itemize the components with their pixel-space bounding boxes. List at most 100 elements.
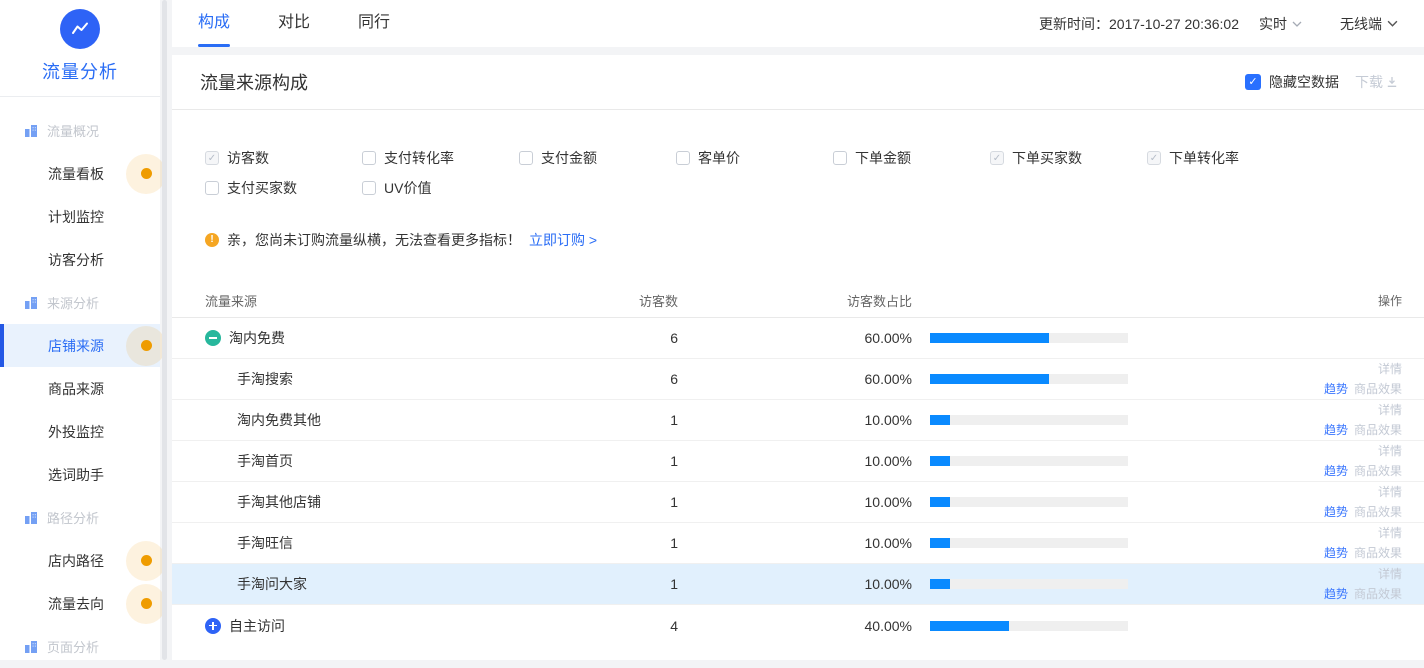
checkbox[interactable]: ✓ [519,151,533,165]
checkbox[interactable]: ✓ [676,151,690,165]
metric-label: 下单转化率 [1169,148,1239,168]
sidebar-item-external-monitor[interactable]: 外投监控 [0,410,160,453]
percent-bar [930,538,1128,548]
checkbox[interactable]: ✓ [833,151,847,165]
hide-empty-checkbox[interactable]: ✓ [1245,74,1261,90]
trend-link[interactable]: 趋势 [1324,546,1348,560]
sidebar-item-product-source[interactable]: 商品来源 [0,367,160,410]
orange-dot-icon [141,340,152,351]
visitors-cell: 6 [505,330,678,346]
percent-cell: 10.00% [678,453,912,469]
source-name: 手淘其他店铺 [237,492,321,512]
col-header-actions: 操作 [1128,291,1402,311]
source-name: 自主访问 [229,616,285,636]
actions-cell: 详情趋势商品效果 [1128,564,1402,604]
sidebar-item-instore-path[interactable]: 店内路径 [0,539,160,582]
sidebar-item-visitor-analysis[interactable]: 访客分析 [0,238,160,281]
tab-peers[interactable]: 同行 [358,0,390,47]
metric-row-2: ✓支付买家数 ✓UV价值 [205,178,1424,198]
product-effect-link-disabled: 商品效果 [1354,464,1402,478]
percent-cell: 60.00% [678,371,912,387]
actions-cell: 详情趋势商品效果 [1128,441,1402,481]
table-row: 手淘旺信 1 10.00% 详情趋势商品效果 [172,523,1424,564]
update-time: 更新时间：2017-10-27 20:36:02 [1039,14,1239,34]
trend-link[interactable]: 趋势 [1324,587,1348,601]
notification-badge [126,541,166,581]
sidebar-item-label: 访客分析 [48,250,104,270]
percent-cell: 10.00% [678,412,912,428]
detail-link-disabled: 详情 [1378,444,1402,458]
checkbox[interactable]: ✓ [362,151,376,165]
percent-bar [930,415,1128,425]
source-cell: 手淘首页 [205,451,505,471]
sidebar-item-plan-monitor[interactable]: 计划监控 [0,195,160,238]
metric-pay-amount: ✓支付金额 [519,148,676,168]
sidebar-item-keyword-helper[interactable]: 选词助手 [0,453,160,496]
notification-badge [126,154,166,194]
sidebar-item-traffic-board[interactable]: 流量看板 [0,152,160,195]
trend-link[interactable]: 趋势 [1324,505,1348,519]
bar-track [930,415,1128,425]
bar-fill [930,579,950,589]
actions-cell: 详情趋势商品效果 [1128,400,1402,440]
building-icon [24,640,38,654]
collapse-icon[interactable] [205,330,221,346]
source-name: 手淘问大家 [237,574,307,594]
source-name: 手淘首页 [237,451,293,471]
subscribe-link[interactable]: 立即订购 > [529,230,597,250]
product-effect-link-disabled: 商品效果 [1354,423,1402,437]
detail-link-disabled: 详情 [1378,362,1402,376]
trend-link[interactable]: 趋势 [1324,382,1348,396]
notice-text: 亲，您尚未订购流量纵横，无法查看更多指标！ [227,230,521,250]
building-icon [24,124,38,138]
metric-label: 访客数 [227,148,269,168]
tab-bar: 构成 对比 同行 [198,0,390,47]
building-icon [24,511,38,525]
metric-order-amount: ✓下单金额 [833,148,990,168]
metric-label: 下单买家数 [1012,148,1082,168]
expand-icon[interactable] [205,618,221,634]
checkbox[interactable]: ✓ [205,181,219,195]
sidebar-item-traffic-destination[interactable]: 流量去向 [0,582,160,625]
tab-compare[interactable]: 对比 [278,0,310,47]
realtime-dropdown[interactable]: 实时 [1259,14,1302,34]
sidebar-scrollbar[interactable] [162,0,167,660]
checkbox[interactable]: ✓ [362,181,376,195]
trend-link[interactable]: 趋势 [1324,464,1348,478]
sidebar-item-label: 店内路径 [48,551,104,571]
sidebar-section-page-analysis: 页面分析 [0,625,160,668]
device-dropdown[interactable]: 无线端 [1340,14,1398,34]
panel-header: 流量来源构成 ✓ 隐藏空数据 下载 [172,55,1424,110]
visitors-cell: 4 [505,618,678,634]
trend-link[interactable]: 趋势 [1324,423,1348,437]
download-button[interactable]: 下载 [1355,72,1398,92]
col-header-source: 流量来源 [205,291,505,310]
sidebar-section-label: 流量概况 [47,121,99,140]
col-header-visitors: 访客数 [505,291,678,310]
sidebar-item-label: 流量去向 [48,594,104,614]
percent-bar [930,497,1128,507]
metric-label: UV价值 [384,178,431,198]
visitors-cell: 6 [505,371,678,387]
percent-cell: 10.00% [678,535,912,551]
actions-cell: 详情趋势商品效果 [1128,523,1402,563]
actions-cell: 详情趋势商品效果 [1128,359,1402,399]
bar-track [930,456,1128,466]
percent-cell: 10.00% [678,576,912,592]
metric-order-conversion: ✓下单转化率 [1147,148,1304,168]
source-cell: 淘内免费 [205,328,505,348]
bar-fill [930,456,950,466]
bar-fill [930,497,950,507]
tab-composition[interactable]: 构成 [198,0,230,47]
product-effect-link-disabled: 商品效果 [1354,505,1402,519]
source-cell: 手淘问大家 [205,574,505,594]
device-label: 无线端 [1340,14,1382,34]
detail-link-disabled: 详情 [1378,526,1402,540]
percent-bar [930,333,1128,343]
visitors-cell: 1 [505,412,678,428]
sidebar-item-shop-source[interactable]: 店铺来源 [0,324,160,367]
metric-uv-value: ✓ UV价值 [362,178,519,198]
detail-link-disabled: 详情 [1378,403,1402,417]
source-cell: 自主访问 [205,616,505,636]
visitors-cell: 1 [505,576,678,592]
